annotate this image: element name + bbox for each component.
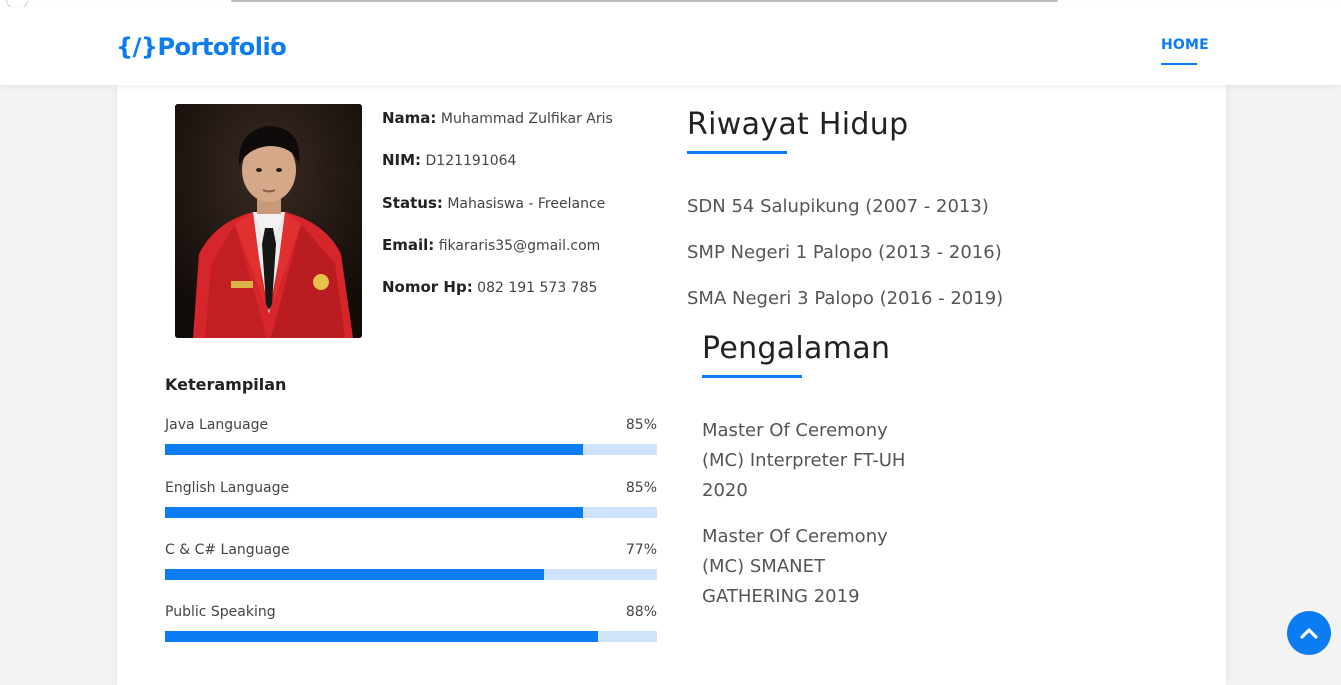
info-label: Email: — [382, 236, 435, 254]
nav-active-underline — [1161, 63, 1197, 65]
horizontal-scrollbar[interactable] — [231, 0, 1058, 2]
info-value: fikararis35@gmail.com — [438, 238, 601, 254]
riwayat-underline — [687, 151, 787, 154]
info-email: Email: fikararis35@gmail.com — [382, 236, 600, 254]
skill-progress-bar — [165, 507, 657, 518]
info-label: NIM: — [382, 151, 422, 169]
pengalaman-underline — [702, 375, 802, 378]
chevron-up-icon — [1300, 628, 1318, 639]
info-label: Nomor Hp: — [382, 278, 473, 296]
site-logo[interactable]: {/}Portofolio — [116, 33, 287, 61]
riwayat-item: SMA Negeri 3 Palopo (2016 - 2019) — [687, 288, 1004, 309]
info-value: Muhammad Zulfikar Aris — [440, 111, 613, 127]
back-to-top-button[interactable] — [1287, 611, 1331, 655]
skill-progress-fill — [165, 507, 584, 518]
skills-title: Keterampilan — [165, 375, 287, 394]
pengalaman-title: Pengalaman — [702, 331, 891, 366]
info-label: Nama: — [382, 109, 437, 127]
skill-progress-bar — [165, 631, 657, 642]
skill-progress-bar — [165, 569, 657, 580]
skill-percent: 88% — [625, 604, 657, 620]
riwayat-item: SDN 54 Salupikung (2007 - 2013) — [687, 196, 989, 217]
pengalaman-item: Master Of Ceremony (MC) Interpreter FT-U… — [702, 420, 906, 501]
skill-progress-fill — [165, 569, 544, 580]
info-value: Mahasiswa - Freelance — [447, 196, 606, 212]
skill-percent: 85% — [625, 480, 657, 496]
skill-name: C & C# Language — [165, 542, 290, 558]
skill-progress-fill — [165, 444, 584, 455]
riwayat-item: SMP Negeri 1 Palopo (2013 - 2016) — [687, 242, 1002, 263]
info-status: Status: Mahasiswa - Freelance — [382, 194, 605, 212]
profile-card: Nama: Muhammad Zulfikar Aris NIM: D12119… — [117, 85, 1226, 685]
nav-home-link[interactable]: HOME — [1161, 37, 1209, 53]
skill-percent: 85% — [625, 417, 657, 433]
profile-photo — [175, 104, 362, 338]
skill-percent: 77% — [625, 542, 657, 558]
info-label: Status: — [382, 194, 443, 212]
info-nama: Nama: Muhammad Zulfikar Aris — [382, 109, 613, 127]
info-nim: NIM: D121191064 — [382, 151, 516, 169]
browser-strip — [0, 0, 1341, 10]
info-value: 082 191 573 785 — [477, 280, 598, 296]
info-value: D121191064 — [425, 153, 517, 169]
skill-name: Java Language — [165, 417, 269, 433]
riwayat-title: Riwayat Hidup — [687, 107, 909, 142]
skill-name: Public Speaking — [165, 604, 276, 620]
skill-progress-fill — [165, 631, 598, 642]
site-header: {/}Portofolio HOME — [0, 7, 1341, 85]
skill-progress-bar — [165, 444, 657, 455]
skill-name: English Language — [165, 480, 290, 496]
pengalaman-item: Master Of Ceremony (MC) SMANET GATHERING… — [702, 526, 888, 607]
info-phone: Nomor Hp: 082 191 573 785 — [382, 278, 597, 296]
